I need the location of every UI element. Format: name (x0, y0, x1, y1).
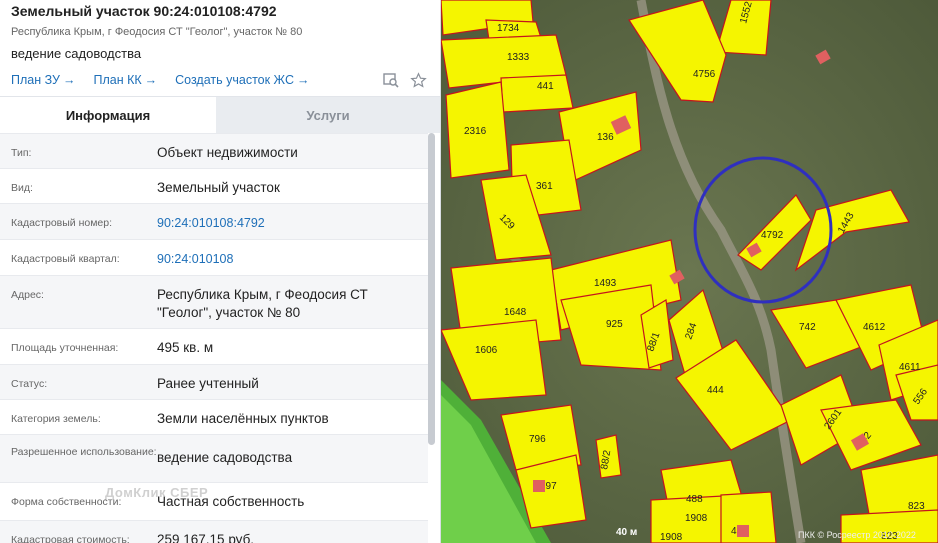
row-label: Кадастровый номер: (11, 217, 113, 229)
row-label: Статус: (11, 378, 48, 390)
building-marker (737, 525, 749, 537)
usage-subtitle: ведение садоводства (11, 46, 142, 61)
table-row: Кадастровый номер: 90:24:010108:4792 (0, 203, 428, 239)
create-plot-link[interactable]: Создать участок ЖС → (175, 73, 309, 87)
cadastral-map[interactable]: 1734 1552 1333 4756 441 2316 136 361 129… (441, 0, 938, 543)
arrow-right-icon: → (144, 73, 158, 87)
plot-label: 4612 (863, 322, 886, 333)
row-value: Земельный участок (157, 180, 280, 195)
star-icon[interactable] (410, 71, 427, 89)
plot-label: 2316 (464, 126, 487, 137)
row-label: Тип: (11, 147, 32, 159)
header-icons (382, 71, 429, 89)
table-row: Тип: Объект недвижимости (0, 133, 428, 168)
plot-label: 136 (597, 132, 614, 143)
table-row: Разрешенное использование: ведение садов… (0, 434, 428, 482)
create-plot-label: Создать участок ЖС (175, 73, 294, 87)
row-label: Категория земель: (11, 413, 101, 425)
plot-label: 823 (908, 501, 925, 512)
row-label: Разрешенное использование: (11, 446, 157, 458)
map-canvas[interactable]: 1734 1552 1333 4756 441 2316 136 361 129… (441, 0, 938, 543)
page-title: Земельный участок 90:24:010108:4792 (11, 3, 277, 19)
plot-label: 1908 (660, 532, 683, 543)
plot-label: 4611 (899, 362, 921, 373)
plot-label: 4792 (761, 230, 784, 241)
plan-zu-link[interactable]: План ЗУ → (11, 73, 75, 87)
plot-label: 1493 (594, 278, 617, 289)
arrow-right-icon: → (297, 73, 310, 87)
row-value: 495 кв. м (157, 340, 214, 355)
table-row: Категория земель: Земли населённых пункт… (0, 399, 428, 434)
building-marker (533, 480, 545, 492)
plot-label: 361 (536, 181, 553, 192)
action-links: План ЗУ → План КК → Создать участок ЖС → (11, 71, 429, 89)
row-value: ведение садоводства (157, 450, 293, 465)
info-table: Тип: Объект недвижимости Вид: Земельный … (0, 133, 428, 543)
map-credit: ПКК © Росреестр 2010-2022 (798, 530, 916, 540)
row-label: Кадастровая стоимость: (11, 534, 130, 543)
table-row: Статус: Ранее учтенный (0, 364, 428, 399)
plot-label: 1333 (507, 52, 530, 63)
map-scale: 40 м (616, 527, 638, 538)
row-label: Вид: (11, 182, 33, 194)
table-row: Форма собственности: Частная собственнос… (0, 482, 428, 520)
row-label: Адрес: (11, 289, 44, 301)
plot-label: 4756 (693, 69, 716, 80)
tab-services[interactable]: Услуги (216, 97, 440, 133)
zoom-to-object-icon[interactable] (382, 71, 400, 89)
row-label: Кадастровый квартал: (11, 253, 120, 265)
arrow-right-icon: → (62, 73, 76, 87)
table-row: Кадастровая стоимость: 259 167,15 руб. (0, 520, 428, 543)
panel-header: Земельный участок 90:24:010108:4792 Респ… (0, 0, 440, 89)
plot-label: 1648 (504, 307, 527, 318)
plot-label: 488 (686, 494, 703, 505)
plot-label: 742 (799, 322, 816, 333)
plan-zu-label: План ЗУ (11, 73, 60, 87)
address-subtitle: Республика Крым, г Феодосия СТ "Геолог",… (11, 26, 303, 38)
plot-label: 796 (529, 434, 546, 445)
row-value: Объект недвижимости (157, 145, 298, 160)
plot-label: 925 (606, 319, 623, 330)
table-row: Адрес: Республика Крым, г Феодосия СТ "Г… (0, 275, 428, 328)
tab-bar: Информация Услуги (0, 96, 440, 133)
panel-scrollbar[interactable] (428, 133, 435, 445)
row-value: Земли населённых пунктов (157, 411, 329, 426)
plot-label: 1606 (475, 345, 498, 356)
cadastral-number-link[interactable]: 90:24:010108:4792 (157, 204, 428, 232)
domclick-watermark: ДомКлик СБЕР (105, 485, 209, 500)
plot-label: 1734 (497, 23, 520, 34)
plan-kk-link[interactable]: План КК → (93, 73, 157, 87)
tab-information[interactable]: Информация (0, 97, 216, 133)
info-panel: Земельный участок 90:24:010108:4792 Респ… (0, 0, 441, 543)
plot-label: 444 (707, 385, 724, 396)
row-value: 259 167,15 руб. (157, 532, 255, 543)
row-value: Ранее учтенный (157, 376, 259, 391)
plan-kk-label: План КК (93, 73, 142, 87)
cadastral-quarter-link[interactable]: 90:24:010108 (157, 240, 428, 268)
row-label: Площадь уточненная: (11, 342, 119, 354)
plot-label: 441 (537, 81, 554, 92)
table-row: Кадастровый квартал: 90:24:010108 (0, 239, 428, 275)
table-row: Вид: Земельный участок (0, 168, 428, 203)
plot-label: 1908 (685, 513, 708, 524)
row-value: Республика Крым, г Феодосия СТ "Геолог",… (157, 287, 368, 320)
table-row: Площадь уточненная: 495 кв. м (0, 328, 428, 364)
